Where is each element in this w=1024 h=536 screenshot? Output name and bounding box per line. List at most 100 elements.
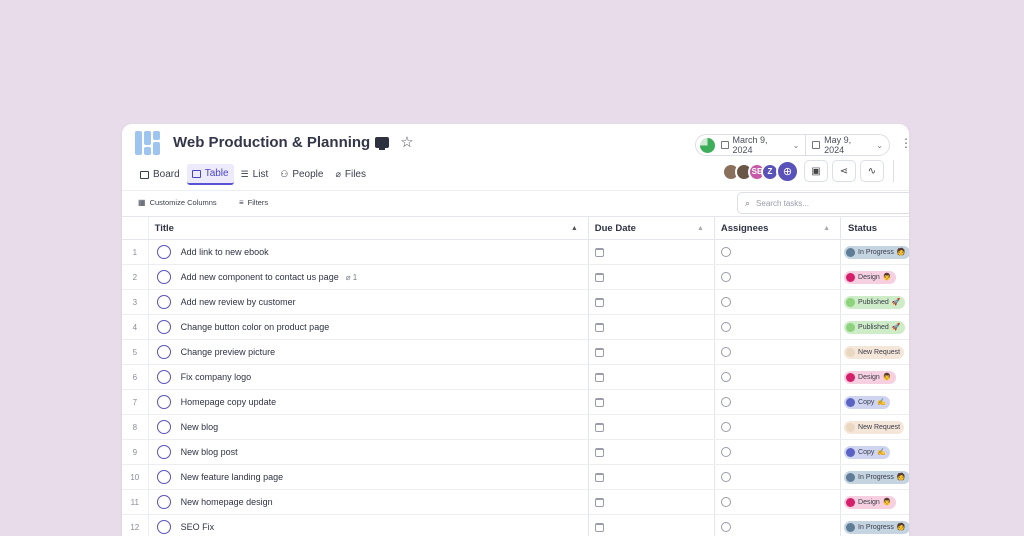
assignees-cell[interactable] (713, 265, 840, 289)
tab-files[interactable]: ⌀ Files (330, 164, 371, 185)
status-cell[interactable]: In Progress 🧑 (840, 240, 909, 264)
share-button[interactable]: ⋖ (832, 160, 856, 182)
table-row[interactable]: 10 New feature landing page In Progress 🧑 (122, 465, 909, 490)
status-cell[interactable]: New Request (840, 415, 909, 439)
assignees-cell[interactable] (713, 490, 840, 514)
status-cell[interactable]: Published 🚀 (840, 315, 909, 339)
task-title[interactable]: New homepage design (181, 497, 273, 507)
title-cell[interactable]: Add new review by customer (147, 290, 588, 314)
status-badge[interactable]: In Progress 🧑 (844, 520, 909, 534)
status-badge[interactable]: Design 👨 (844, 495, 896, 509)
title-column-header[interactable]: Title ▲ (147, 217, 588, 239)
due-date-cell[interactable] (587, 290, 714, 314)
status-badge[interactable]: Design 👨 (844, 270, 896, 284)
complete-checkbox[interactable] (156, 520, 171, 534)
title-cell[interactable]: SEO Fix (147, 515, 588, 536)
assignees-cell[interactable] (713, 240, 840, 264)
star-icon[interactable]: ☆ (400, 133, 413, 151)
task-title[interactable]: SEO Fix (181, 522, 215, 532)
title-cell[interactable]: Fix company logo (147, 365, 588, 389)
complete-checkbox[interactable] (156, 295, 171, 309)
status-badge[interactable]: Design 👨 (844, 370, 896, 384)
tab-people[interactable]: ⚇ People (275, 164, 328, 185)
title-cell[interactable]: Homepage copy update (147, 390, 588, 414)
due-date-column-header[interactable]: Due Date ▲ (587, 217, 714, 239)
sort-up-icon[interactable]: ▲ (571, 225, 578, 232)
task-title[interactable]: Add new component to contact us page (181, 272, 339, 282)
task-title[interactable]: New blog (181, 422, 219, 432)
status-cell[interactable]: Design 👨 (840, 365, 909, 389)
table-row[interactable]: 5 Change preview picture New Request (122, 340, 909, 365)
due-date-cell[interactable] (587, 415, 714, 439)
title-cell[interactable]: New blog (147, 415, 588, 439)
table-row[interactable]: 11 New homepage design Design 👨 (122, 490, 909, 515)
table-row[interactable]: 12 SEO Fix In Progress 🧑 (122, 515, 909, 536)
task-title[interactable]: Add new review by customer (181, 297, 296, 307)
sort-up-icon[interactable]: ▲ (697, 225, 704, 232)
complete-checkbox[interactable] (156, 495, 171, 509)
present-button[interactable]: ▣ (804, 160, 828, 182)
assignees-cell[interactable] (713, 415, 840, 439)
table-row[interactable]: 2 Add new component to contact us page ⌀ … (122, 265, 909, 290)
table-row[interactable]: 1 Add link to new ebook In Progress 🧑 (122, 240, 909, 265)
task-title[interactable]: Fix company logo (181, 372, 252, 382)
task-title[interactable]: New blog post (181, 447, 238, 457)
due-date-cell[interactable] (587, 340, 714, 364)
table-row[interactable]: 6 Fix company logo Design 👨 (122, 365, 909, 390)
complete-checkbox[interactable] (156, 320, 171, 334)
search-input[interactable]: ⌕ Search tasks... (737, 192, 909, 214)
filters-button[interactable]: ≡ Filters (239, 198, 268, 207)
due-date-cell[interactable] (587, 315, 714, 339)
add-member-icon[interactable]: ⊕ (776, 160, 799, 183)
complete-checkbox[interactable] (156, 470, 171, 484)
tab-board[interactable]: Board (135, 164, 185, 185)
table-row[interactable]: 7 Homepage copy update Copy ✍ (122, 390, 909, 415)
status-badge[interactable]: Published 🚀 (844, 295, 905, 309)
due-date-cell[interactable] (587, 515, 714, 536)
status-cell[interactable]: In Progress 🧑 (840, 465, 909, 489)
activity-button[interactable]: ∿ (860, 160, 884, 182)
due-date-cell[interactable] (587, 490, 714, 514)
task-title[interactable]: Change preview picture (181, 347, 276, 357)
status-badge[interactable]: Copy ✍ (844, 445, 891, 459)
status-column-header[interactable]: Status (840, 217, 909, 239)
status-badge[interactable]: Copy ✍ (844, 395, 891, 409)
complete-checkbox[interactable] (156, 370, 171, 384)
status-badge[interactable]: New Request (844, 345, 905, 359)
assignees-cell[interactable] (713, 465, 840, 489)
complete-checkbox[interactable] (156, 445, 171, 459)
start-date-button[interactable]: March 9, 2024 ⌄ (715, 135, 806, 155)
complete-checkbox[interactable] (156, 420, 171, 434)
due-date-cell[interactable] (587, 365, 714, 389)
due-date-cell[interactable] (587, 465, 714, 489)
title-cell[interactable]: New blog post (147, 440, 588, 464)
title-cell[interactable]: New feature landing page (147, 465, 588, 489)
due-date-cell[interactable] (587, 440, 714, 464)
more-options-icon[interactable]: ⋮ (900, 136, 909, 150)
title-cell[interactable]: Add link to new ebook (147, 240, 588, 264)
status-cell[interactable]: Copy ✍ (840, 390, 909, 414)
due-date-cell[interactable] (587, 390, 714, 414)
table-row[interactable]: 3 Add new review by customer Published 🚀 (122, 290, 909, 315)
assignees-cell[interactable] (713, 365, 840, 389)
status-cell[interactable]: Published 🚀 (840, 290, 909, 314)
status-cell[interactable]: Design 👨 (840, 490, 909, 514)
status-cell[interactable]: New Request (840, 340, 909, 364)
status-cell[interactable]: Design 👨 (840, 265, 909, 289)
task-title[interactable]: New feature landing page (181, 472, 284, 482)
table-row[interactable]: 8 New blog New Request (122, 415, 909, 440)
assignees-cell[interactable] (713, 290, 840, 314)
title-cell[interactable]: New homepage design (147, 490, 588, 514)
task-title[interactable]: Homepage copy update (181, 397, 277, 407)
due-date-cell[interactable] (587, 265, 714, 289)
assignees-column-header[interactable]: Assignees ▲ (713, 217, 840, 239)
tab-table[interactable]: Table (186, 164, 234, 185)
sort-up-icon[interactable]: ▲ (823, 225, 830, 232)
complete-checkbox[interactable] (156, 270, 171, 284)
member-avatars[interactable]: SE Z ⊕ (722, 160, 799, 183)
task-title[interactable]: Add link to new ebook (181, 247, 269, 257)
title-cell[interactable]: Change button color on product page (147, 315, 588, 339)
table-row[interactable]: 9 New blog post Copy ✍ (122, 440, 909, 465)
title-cell[interactable]: Add new component to contact us page ⌀ 1 (147, 265, 588, 289)
status-badge[interactable]: Published 🚀 (844, 320, 905, 334)
